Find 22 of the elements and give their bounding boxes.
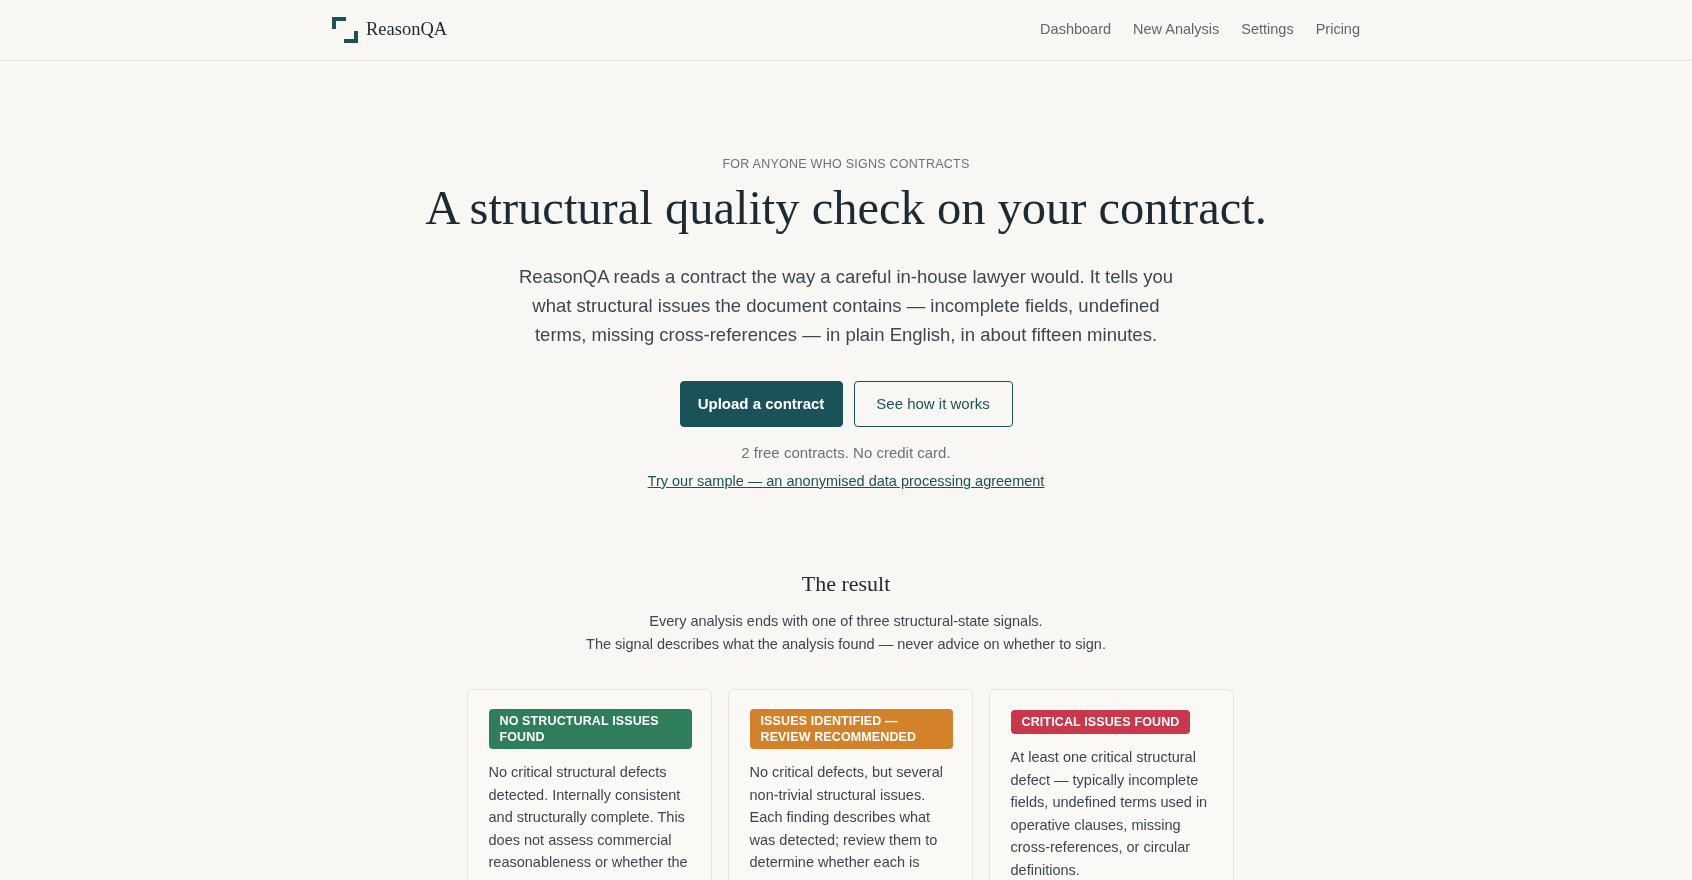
card-description: At least one critical structural defect — typically incomplete fields, undefined terms used in operative clauses, missing cross-references, or circular definitions.: [1010, 748, 1209, 880]
logo-icon: [332, 17, 358, 43]
status-badge: CRITICAL ISSUES FOUND: [1010, 710, 1191, 734]
section-subtitle: The signal describes what the analysis found — never advice on whether to sign.: [586, 635, 1106, 654]
eyebrow-text: FOR ANYONE WHO SIGNS CONTRACTS: [722, 156, 970, 173]
upload-button[interactable]: Upload a contract: [679, 381, 843, 427]
hero-title: A structural quality check on your contract.: [425, 180, 1267, 236]
status-badge: NO STRUCTURAL ISSUES FOUND: [488, 709, 692, 749]
sample-link[interactable]: Try our sample — an anonymised data processing agreement: [647, 473, 1045, 489]
section-title: The result: [801, 570, 891, 598]
card-description: No critical structural defects detected. Internally consistent and structurally complete. This does not assess commercial reasonableness or whether the: [488, 763, 689, 872]
free-plan-note: 2 free contracts. No credit card.: [741, 443, 951, 463]
section-subtitle: Every analysis ends with one of three structural-state signals.: [648, 612, 1044, 631]
nav-link[interactable]: Settings: [1241, 19, 1294, 41]
nav-link[interactable]: Dashboard: [1040, 19, 1112, 41]
logo-text: ReasonQA: [366, 18, 448, 42]
how-it-works-button[interactable]: See how it works: [853, 381, 1013, 427]
hero-description: ReasonQA reads a contract the way a careful in-house lawyer would. It tells you what structural issues the document contains — incomplete fields, undefined terms, missing cross-references — in plain English, in about fifteen minutes.: [518, 265, 1174, 347]
status-badge: ISSUES IDENTIFIED — REVIEW RECOMMENDED: [749, 709, 953, 749]
nav-link[interactable]: New Analysis: [1133, 19, 1220, 41]
nav-link[interactable]: Pricing: [1315, 19, 1360, 41]
card-description: No critical defects, but several non-trivial structural issues. Each finding describes what was detected; review them to determine whether each is: [749, 763, 944, 872]
